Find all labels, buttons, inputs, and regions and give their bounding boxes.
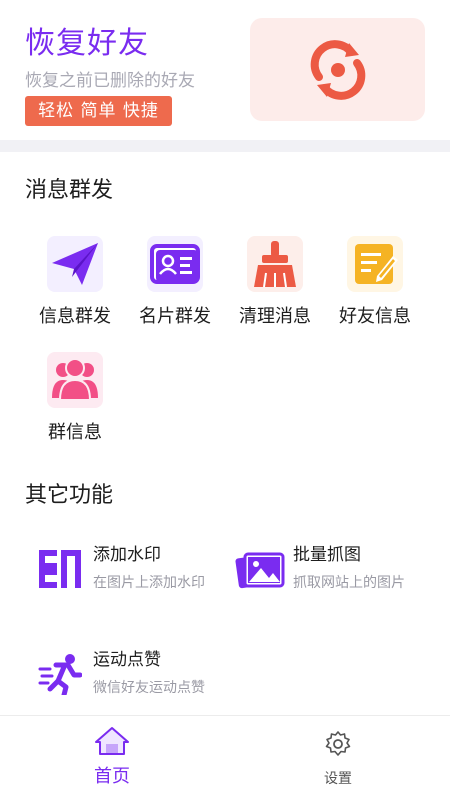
feature-desc: 在图片上添加水印 — [93, 575, 205, 591]
feature-title: 添加水印 — [93, 545, 161, 565]
feature-add-watermark[interactable]: 添加水印 在图片上添加水印 — [35, 540, 225, 600]
recover-friends-banner[interactable]: 恢复好友 恢复之前已删除的好友 轻松 简单 快捷 — [0, 0, 450, 140]
tab-home-label: 首页 — [94, 766, 130, 787]
grid-item-mass-message[interactable]: 信息群发 — [25, 236, 125, 328]
paper-plane-icon — [47, 236, 103, 292]
banner-tag: 轻松 简单 快捷 — [25, 96, 172, 126]
feature-title: 批量抓图 — [293, 545, 361, 565]
banner-subtitle: 恢复之前已删除的好友 — [25, 71, 195, 91]
broom-icon — [247, 236, 303, 292]
feature-desc: 微信好友运动点赞 — [93, 680, 205, 696]
grid-label: 好友信息 — [339, 306, 411, 327]
note-edit-icon — [347, 236, 403, 292]
group-icon — [47, 352, 103, 408]
grid-item-clean-messages[interactable]: 清理消息 — [225, 236, 325, 328]
grid-label: 群信息 — [48, 422, 102, 443]
section-title-other: 其它功能 — [25, 483, 114, 508]
feature-title: 运动点赞 — [93, 650, 161, 670]
banner-title: 恢复好友 — [25, 26, 149, 61]
grid-label: 清理消息 — [239, 306, 311, 327]
grid-item-card-message[interactable]: 名片群发 — [125, 236, 225, 328]
images-icon — [235, 544, 285, 594]
grid-label: 信息群发 — [39, 306, 111, 327]
section-title-messages: 消息群发 — [25, 178, 114, 203]
feature-desc: 抓取网站上的图片 — [293, 575, 405, 591]
stamp-icon — [35, 544, 85, 594]
restore-icon — [310, 39, 365, 100]
contact-card-icon — [147, 236, 203, 292]
section-divider — [0, 140, 450, 152]
tab-settings[interactable]: 设置 — [298, 726, 378, 788]
feature-batch-grab-images[interactable]: 批量抓图 抓取网站上的图片 — [235, 540, 425, 600]
banner-illustration — [250, 18, 425, 121]
tab-settings-label: 设置 — [324, 771, 352, 787]
gear-icon — [325, 731, 351, 756]
grid-item-friend-info[interactable]: 好友信息 — [325, 236, 425, 328]
bottom-tab-bar: 首页 设置 — [0, 715, 450, 800]
home-icon — [95, 727, 129, 755]
grid-item-group-info[interactable]: 群信息 — [25, 352, 125, 444]
running-icon — [35, 649, 85, 699]
grid-label: 名片群发 — [139, 306, 211, 327]
tab-home[interactable]: 首页 — [72, 726, 152, 788]
feature-sport-like[interactable]: 运动点赞 微信好友运动点赞 — [35, 645, 225, 705]
